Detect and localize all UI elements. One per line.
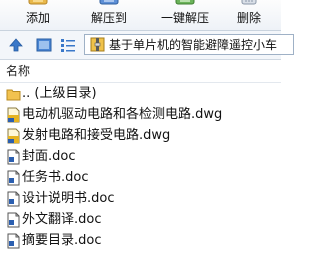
list-item[interactable]: .. (上级目录) — [0, 83, 281, 105]
toolbar: 添加 解压到 一键解压 删除 — [0, 0, 281, 31]
path-field[interactable]: 基于单片机的智能避障遥控小车 — [84, 34, 294, 55]
file-name: 电动机驱动电路和各检测电路.dwg — [22, 107, 223, 122]
doc-file-icon — [7, 170, 20, 186]
file-name: 设计说明书.doc — [22, 191, 115, 206]
archive-icon — [90, 37, 105, 52]
file-name: 外文翻译.doc — [22, 212, 102, 227]
file-name: 任务书.doc — [22, 170, 89, 185]
list-item[interactable]: 电动机驱动电路和各检测电路.dwg — [0, 104, 281, 126]
column-header-name[interactable]: 名称 — [6, 64, 30, 78]
doc-file-icon — [7, 149, 20, 165]
add-button[interactable]: 添加 — [16, 0, 60, 30]
file-name: 发射电路和接受电路.dwg — [22, 128, 171, 143]
extract-icon — [99, 0, 119, 5]
dwg-file-icon — [7, 128, 20, 144]
add-label: 添加 — [25, 11, 50, 25]
doc-file-icon — [7, 212, 20, 228]
one-click-extract-button[interactable]: 一键解压 — [152, 0, 218, 30]
list-item[interactable]: 摘要目录.doc — [0, 230, 281, 252]
list-item[interactable]: 设计说明书.doc — [0, 188, 281, 210]
list-item[interactable]: 任务书.doc — [0, 167, 281, 189]
doc-file-icon — [7, 233, 20, 249]
up-arrow-icon[interactable] — [8, 37, 24, 53]
extract-to-button[interactable]: 解压到 — [84, 0, 134, 30]
path-text: 基于单片机的智能避障遥控小车 — [109, 38, 278, 52]
dwg-file-icon — [7, 107, 20, 123]
file-name: .. (上级目录) — [22, 86, 97, 101]
extract-to-label: 解压到 — [90, 11, 127, 25]
list-item[interactable]: 发射电路和接受电路.dwg — [0, 125, 281, 147]
list-item[interactable]: 封面.doc — [0, 146, 281, 168]
list-item[interactable]: 外文翻译.doc — [0, 209, 281, 231]
delete-button[interactable]: 删除 — [229, 0, 269, 30]
doc-file-icon — [7, 191, 20, 207]
one-click-extract-label: 一键解压 — [160, 11, 209, 25]
delete-label: 删除 — [236, 11, 261, 25]
file-name: 摘要目录.doc — [22, 233, 102, 248]
one-click-extract-icon — [175, 0, 195, 5]
file-name: 封面.doc — [22, 149, 76, 164]
list-view-icon[interactable] — [60, 37, 76, 53]
column-header: 名称 — [0, 60, 281, 83]
thumbnail-view-icon[interactable] — [36, 37, 52, 53]
delete-icon — [241, 0, 257, 5]
add-icon — [28, 0, 48, 5]
address-bar: 基于单片机的智能避障遥控小车 — [0, 31, 294, 60]
folder-up-icon — [6, 89, 21, 101]
